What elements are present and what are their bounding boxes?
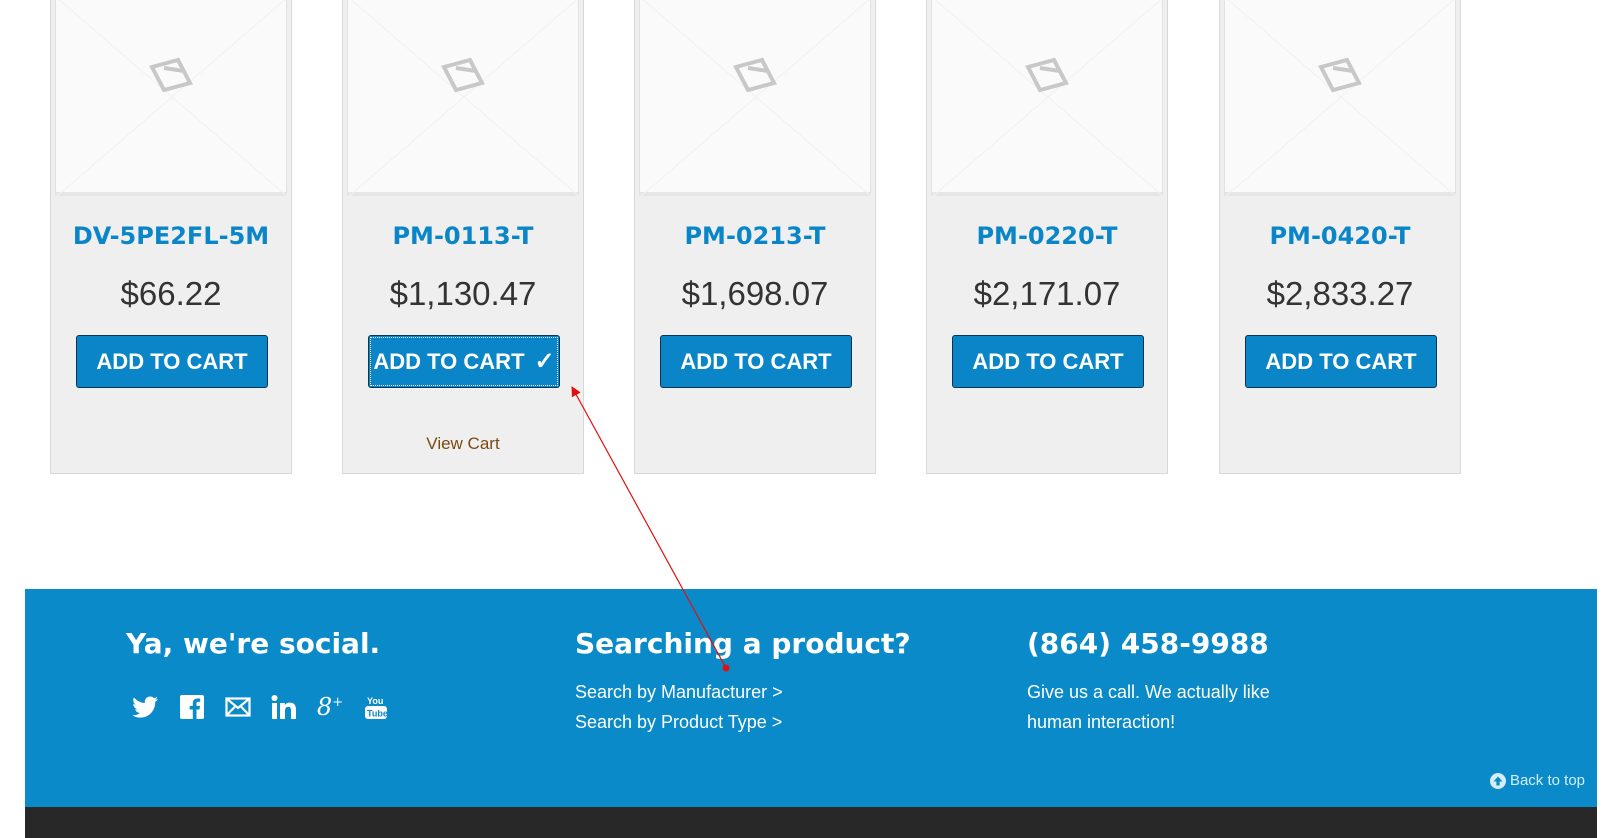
product-card: DV-5PE2FL-5M $66.22 ADD TO CART: [50, 0, 292, 474]
add-to-cart-button[interactable]: ADD TO CART: [952, 335, 1144, 388]
product-sku-link[interactable]: DV-5PE2FL-5M: [51, 222, 291, 250]
checkmark-icon: ✓: [534, 348, 555, 375]
product-image-placeholder[interactable]: [639, 0, 872, 197]
add-to-cart-button[interactable]: ADD TO CART ✓: [368, 335, 560, 388]
search-heading: Searching a product?: [575, 627, 911, 660]
view-cart-link[interactable]: View Cart: [343, 434, 583, 454]
product-grid: DV-5PE2FL-5M $66.22 ADD TO CART PM-0113-…: [0, 0, 1620, 480]
add-to-cart-button[interactable]: ADD TO CART: [1245, 335, 1437, 388]
svg-text:Tube: Tube: [367, 709, 388, 719]
add-to-cart-label: ADD TO CART: [96, 348, 248, 374]
image-placeholder-icon: [1225, 0, 1457, 197]
product-card: PM-0113-T $1,130.47 ADD TO CART ✓ View C…: [342, 0, 584, 474]
search-by-manufacturer-link[interactable]: Search by Manufacturer >: [575, 677, 783, 707]
add-to-cart-label: ADD TO CART: [680, 348, 832, 374]
image-placeholder-icon: [640, 0, 872, 197]
search-by-product-type-link[interactable]: Search by Product Type >: [575, 707, 783, 737]
site-footer: Ya, we're social. 8+ You Tube Searching a…: [25, 589, 1597, 807]
product-sku-link[interactable]: PM-0420-T: [1220, 222, 1460, 250]
product-image-placeholder[interactable]: [55, 0, 288, 197]
add-to-cart-label: ADD TO CART: [373, 348, 525, 374]
contact-line-2: human interaction!: [1027, 712, 1176, 732]
add-to-cart-button[interactable]: ADD TO CART: [660, 335, 852, 388]
product-price: $2,833.27: [1266, 275, 1414, 312]
back-to-top-link[interactable]: Back to top: [1489, 772, 1585, 789]
image-placeholder-icon: [932, 0, 1164, 197]
add-to-cart-button[interactable]: ADD TO CART: [76, 335, 268, 388]
product-sku-link[interactable]: PM-0220-T: [927, 222, 1167, 250]
social-heading: Ya, we're social.: [126, 627, 381, 660]
twitter-icon[interactable]: [132, 693, 160, 721]
email-icon[interactable]: [224, 693, 252, 721]
phone-number: (864) 458-9988: [1027, 627, 1269, 660]
product-card: PM-0420-T $2,833.27 ADD TO CART: [1219, 0, 1461, 474]
add-to-cart-label: ADD TO CART: [972, 348, 1124, 374]
back-to-top-label: Back to top: [1509, 772, 1585, 789]
bottom-bar: [25, 807, 1597, 838]
image-placeholder-icon: [348, 0, 580, 197]
google-plus-icon[interactable]: 8+: [316, 693, 344, 721]
product-image-placeholder[interactable]: [347, 0, 580, 197]
contact-line-1: Give us a call. We actually like: [1027, 682, 1270, 702]
product-card: PM-0213-T $1,698.07 ADD TO CART: [634, 0, 876, 474]
search-links: Search by Manufacturer > Search by Produ…: [575, 677, 783, 737]
contact-blurb: Give us a call. We actually like human i…: [1027, 677, 1270, 737]
image-placeholder-icon: [56, 0, 288, 197]
linkedin-icon[interactable]: [270, 693, 298, 721]
product-image-placeholder[interactable]: [1224, 0, 1457, 197]
product-price: $66.22: [120, 275, 222, 312]
facebook-icon[interactable]: [178, 693, 206, 721]
add-to-cart-label: ADD TO CART: [1265, 348, 1417, 374]
product-image-placeholder[interactable]: [931, 0, 1164, 197]
social-icons: 8+ You Tube: [132, 693, 390, 721]
youtube-icon[interactable]: You Tube: [362, 693, 390, 721]
arrow-up-circle-icon: [1489, 772, 1506, 789]
product-price: $1,698.07: [681, 275, 829, 312]
product-card: PM-0220-T $2,171.07 ADD TO CART: [926, 0, 1168, 474]
product-sku-link[interactable]: PM-0113-T: [343, 222, 583, 250]
product-price: $1,130.47: [389, 275, 537, 312]
product-sku-link[interactable]: PM-0213-T: [635, 222, 875, 250]
product-price: $2,171.07: [973, 275, 1121, 312]
svg-text:You: You: [367, 696, 383, 706]
